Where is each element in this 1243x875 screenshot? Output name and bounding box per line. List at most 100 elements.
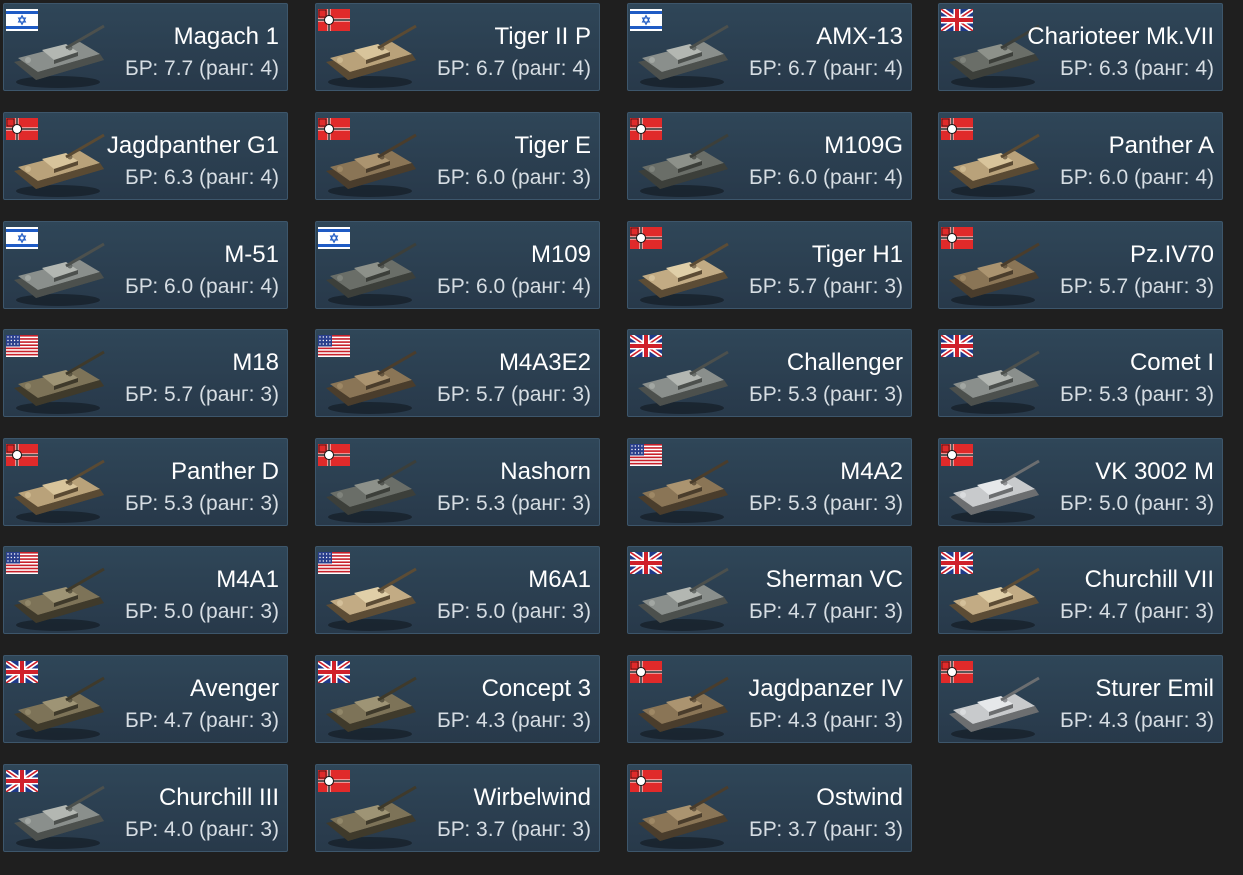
vehicle-card-concept-3[interactable]: Concept 3 БР: 4.3 (ранг: 3)	[315, 655, 600, 743]
battle-rating-label: БР: 5.3 (ранг: 3)	[1060, 383, 1214, 406]
germany-flag-icon	[318, 9, 350, 31]
vehicle-card-panther-a[interactable]: Panther A БР: 6.0 (ранг: 4)	[938, 112, 1223, 200]
vehicle-card-challenger[interactable]: Challenger БР: 5.3 (ранг: 3)	[627, 329, 912, 417]
battle-rating-label: БР: 6.0 (ранг: 4)	[749, 166, 903, 189]
battle-rating-label: БР: 5.7 (ранг: 3)	[437, 383, 591, 406]
vehicle-card-churchill-iii[interactable]: Churchill III БР: 4.0 (ранг: 3)	[3, 764, 288, 852]
battle-rating-label: БР: 4.3 (ранг: 3)	[437, 709, 591, 732]
vehicle-card-m4a2[interactable]: M4A2 БР: 5.3 (ранг: 3)	[627, 438, 912, 526]
vehicle-card-magach-1[interactable]: Magach 1 БР: 7.7 (ранг: 4)	[3, 3, 288, 91]
battle-rating-label: БР: 7.7 (ранг: 4)	[125, 57, 279, 80]
vehicle-card-m4a1[interactable]: M4A1 БР: 5.0 (ранг: 3)	[3, 546, 288, 634]
germany-flag-icon	[630, 770, 662, 792]
vehicle-name: Churchill VII	[1084, 566, 1214, 593]
battle-rating-label: БР: 4.7 (ранг: 3)	[125, 709, 279, 732]
germany-flag-icon	[941, 661, 973, 683]
vehicle-name: Panther A	[1108, 132, 1214, 159]
vehicle-name: M4A1	[216, 566, 279, 593]
vehicle-card-m4a3e2[interactable]: M4A3E2 БР: 5.7 (ранг: 3)	[315, 329, 600, 417]
battle-rating-label: БР: 6.0 (ранг: 4)	[1060, 166, 1214, 189]
battle-rating-label: БР: 6.7 (ранг: 4)	[437, 57, 591, 80]
vehicle-card-m-51[interactable]: M-51 БР: 6.0 (ранг: 4)	[3, 221, 288, 309]
vehicle-card-sherman-vc[interactable]: Sherman VC БР: 4.7 (ранг: 3)	[627, 546, 912, 634]
vehicle-grid: Magach 1 БР: 7.7 (ранг: 4) Tiger II P БР: 6…	[0, 0, 1243, 875]
vehicle-card-m109g[interactable]: M109G БР: 6.0 (ранг: 4)	[627, 112, 912, 200]
vehicle-card-sturer-emil[interactable]: Sturer Emil БР: 4.3 (ранг: 3)	[938, 655, 1223, 743]
vehicle-card-amx-13[interactable]: AMX-13 БР: 6.7 (ранг: 4)	[627, 3, 912, 91]
vehicle-name: Panther D	[170, 458, 279, 485]
battle-rating-label: БР: 4.0 (ранг: 3)	[125, 818, 279, 841]
vehicle-name: Avenger	[190, 675, 279, 702]
vehicle-card-tiger-ii-p[interactable]: Tiger II P БР: 6.7 (ранг: 4)	[315, 3, 600, 91]
germany-flag-icon	[6, 444, 38, 466]
vehicle-name: Challenger	[786, 349, 903, 376]
vehicle-name: Ostwind	[816, 784, 903, 811]
germany-flag-icon	[318, 444, 350, 466]
vehicle-name: Magach 1	[173, 23, 279, 50]
germany-flag-icon	[318, 770, 350, 792]
vehicle-card-panther-d[interactable]: Panther D БР: 5.3 (ранг: 3)	[3, 438, 288, 526]
battle-rating-label: БР: 4.3 (ранг: 3)	[749, 709, 903, 732]
vehicle-card-vk-3002-m[interactable]: VK 3002 M БР: 5.0 (ранг: 3)	[938, 438, 1223, 526]
vehicle-card-m109[interactable]: M109 БР: 6.0 (ранг: 4)	[315, 221, 600, 309]
vehicle-name: Tiger E	[514, 132, 591, 159]
vehicle-name: VK 3002 M	[1095, 458, 1214, 485]
usa-flag-icon	[630, 444, 662, 466]
vehicle-card-tiger-e[interactable]: Tiger E БР: 6.0 (ранг: 3)	[315, 112, 600, 200]
israel-flag-icon	[318, 227, 350, 249]
vehicle-card-charioteer-mk-vii[interactable]: Charioteer Mk.VII БР: 6.3 (ранг: 4)	[938, 3, 1223, 91]
vehicle-name: Nashorn	[500, 458, 591, 485]
vehicle-card-churchill-vii[interactable]: Churchill VII БР: 4.7 (ранг: 3)	[938, 546, 1223, 634]
vehicle-name: Charioteer Mk.VII	[1027, 23, 1214, 50]
germany-flag-icon	[630, 227, 662, 249]
vehicle-card-avenger[interactable]: Avenger БР: 4.7 (ранг: 3)	[3, 655, 288, 743]
battle-rating-label: БР: 3.7 (ранг: 3)	[749, 818, 903, 841]
uk-flag-icon	[628, 549, 664, 577]
vehicle-name: Churchill III	[158, 784, 279, 811]
vehicle-card-pz-iv70[interactable]: Pz.IV70 БР: 5.7 (ранг: 3)	[938, 221, 1223, 309]
vehicle-card-jagdpanther-g1[interactable]: Jagdpanther G1 БР: 6.3 (ранг: 4)	[3, 112, 288, 200]
vehicle-card-tiger-h1[interactable]: Tiger H1 БР: 5.7 (ранг: 3)	[627, 221, 912, 309]
battle-rating-label: БР: 5.3 (ранг: 3)	[749, 383, 903, 406]
uk-flag-icon	[628, 332, 664, 360]
germany-flag-icon	[941, 444, 973, 466]
germany-flag-icon	[630, 118, 662, 140]
germany-flag-icon	[941, 118, 973, 140]
vehicle-name: M18	[232, 349, 279, 376]
vehicle-card-comet-i[interactable]: Comet I БР: 5.3 (ранг: 3)	[938, 329, 1223, 417]
vehicle-name: M109G	[824, 132, 903, 159]
israel-flag-icon	[6, 9, 38, 31]
vehicle-name: Jagdpanther G1	[106, 132, 279, 159]
vehicle-card-nashorn[interactable]: Nashorn БР: 5.3 (ранг: 3)	[315, 438, 600, 526]
battle-rating-label: БР: 5.0 (ранг: 3)	[125, 600, 279, 623]
vehicle-card-wirbelwind[interactable]: Wirbelwind БР: 3.7 (ранг: 3)	[315, 764, 600, 852]
vehicle-name: M-51	[224, 241, 279, 268]
vehicle-card-m18[interactable]: M18 БР: 5.7 (ранг: 3)	[3, 329, 288, 417]
battle-rating-label: БР: 6.7 (ранг: 4)	[749, 57, 903, 80]
israel-flag-icon	[630, 9, 662, 31]
vehicle-name: Tiger H1	[811, 241, 903, 268]
vehicle-name: M4A2	[840, 458, 903, 485]
germany-flag-icon	[6, 118, 38, 140]
uk-flag-icon	[316, 658, 352, 686]
vehicle-name: Tiger II P	[494, 23, 591, 50]
vehicle-card-jagdpanzer-iv[interactable]: Jagdpanzer IV БР: 4.3 (ранг: 3)	[627, 655, 912, 743]
vehicle-name: Jagdpanzer IV	[748, 675, 903, 702]
israel-flag-icon	[6, 227, 38, 249]
vehicle-name: Sturer Emil	[1095, 675, 1214, 702]
uk-flag-icon	[4, 658, 40, 686]
battle-rating-label: БР: 3.7 (ранг: 3)	[437, 818, 591, 841]
battle-rating-label: БР: 5.7 (ранг: 3)	[749, 275, 903, 298]
battle-rating-label: БР: 6.0 (ранг: 3)	[437, 166, 591, 189]
battle-rating-label: БР: 5.7 (ранг: 3)	[125, 383, 279, 406]
vehicle-card-m6a1[interactable]: M6A1 БР: 5.0 (ранг: 3)	[315, 546, 600, 634]
usa-flag-icon	[318, 335, 350, 357]
vehicle-name: AMX-13	[816, 23, 903, 50]
uk-flag-icon	[939, 332, 975, 360]
vehicle-name: Pz.IV70	[1129, 241, 1214, 268]
vehicle-card-ostwind[interactable]: Ostwind БР: 3.7 (ранг: 3)	[627, 764, 912, 852]
battle-rating-label: БР: 5.0 (ранг: 3)	[1060, 492, 1214, 515]
usa-flag-icon	[6, 335, 38, 357]
battle-rating-label: БР: 4.7 (ранг: 3)	[749, 600, 903, 623]
vehicle-name: Wirbelwind	[473, 784, 591, 811]
